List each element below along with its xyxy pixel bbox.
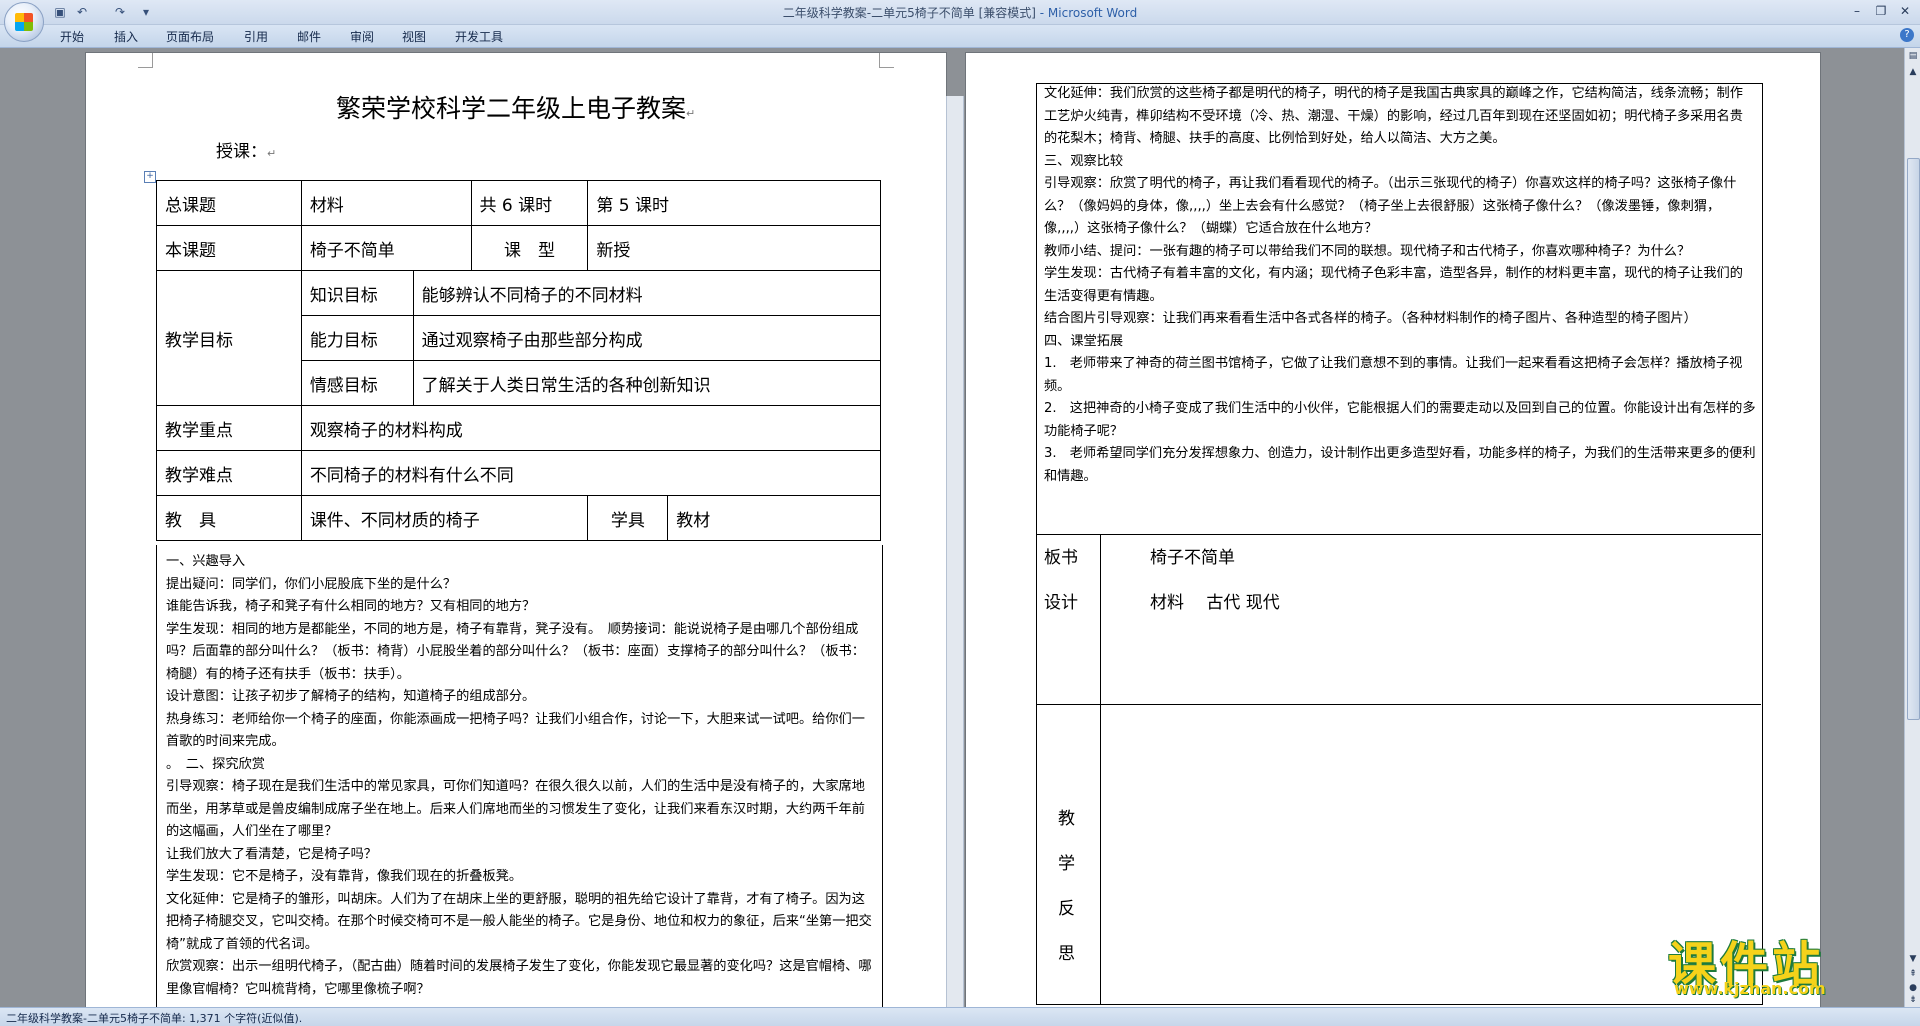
document-area[interactable]: 繁荣学校科学二年级上电子教案↵ 授课：↵ + 总课题 材料 共 6 课时 第 5… bbox=[0, 48, 1904, 1007]
cell-goal-ability: 通过观察椅子由那些部分构成 bbox=[412, 315, 882, 361]
ruler-toggle-icon[interactable]: ▤ bbox=[1907, 50, 1919, 62]
tab-home[interactable]: 开始 bbox=[60, 28, 84, 45]
watermark-logo: 课件站 www.kjzhan.com bbox=[1668, 925, 1908, 1000]
paragraph: 学生发现：相同的地方是都能坐，不同的地方是，椅子有靠背，凳子没有。 顺势接词：能… bbox=[166, 621, 865, 682]
browse-object-icon[interactable]: ● bbox=[1907, 982, 1919, 994]
cell-current-hour: 第 5 课时 bbox=[587, 180, 881, 226]
paragraph: 文化延伸：它是椅子的雏形，叫胡床。人们为了在胡床上坐的更舒服，聪明的祖先给它设计… bbox=[166, 891, 872, 952]
paragraph: 四、课堂拓展 bbox=[1044, 333, 1124, 349]
paragraph: 设计意图：让孩子初步了解椅子的结构，知道椅子的组成部分。 bbox=[166, 689, 536, 704]
cell-divider bbox=[1100, 535, 1101, 705]
ribbon-tabs: 开始 插入 页面布局 引用 邮件 审阅 视图 开发工具 ? bbox=[0, 25, 1920, 48]
title-bar: ▣ ↶ ↷ ▾ 二年级科学教案-二单元5椅子不简单 [兼容模式] - Micro… bbox=[0, 0, 1920, 25]
cell-tools: 课件、不同材质的椅子 bbox=[300, 495, 589, 541]
board-keywords: 材料 古代 现代 bbox=[1150, 593, 1280, 613]
paragraph: 学生发现：古代椅子有着丰富的文化，有内涵；现代椅子色彩丰富，造型各异，制作的材料… bbox=[1044, 266, 1743, 304]
page-gap-scroll bbox=[946, 96, 964, 1007]
cell-difficulty-label: 教学难点 bbox=[156, 450, 302, 496]
reflection-label-3: 反 bbox=[1058, 899, 1075, 919]
cell-divider bbox=[1100, 705, 1101, 1004]
page-right: 文化延伸：我们欣赏的这些椅子都是明代的椅子，明代的椅子是我国古典家具的巅峰之作，… bbox=[966, 53, 1820, 1007]
help-icon[interactable]: ? bbox=[1900, 28, 1914, 42]
cell-tools-label: 教 具 bbox=[156, 495, 302, 541]
paragraph: 引导观察：欣赏了明代的椅子，再让我们看看现代的椅子。（出示三张现代的椅子）你喜欢… bbox=[1044, 176, 1737, 236]
board-label-1: 板书 bbox=[1044, 548, 1078, 568]
document-title: 繁荣学校科学二年级上电子教案↵ bbox=[336, 94, 696, 123]
cell-total-hours: 共 6 课时 bbox=[470, 180, 589, 226]
teaching-process-text: 一、兴趣导入 提出疑问：同学们，你们小屁股底下坐的是什么？ 谁能告诉我，椅子和凳… bbox=[166, 551, 878, 1001]
paragraph: 热身练习：老师给你一个椅子的座面，你能添画成一把椅子吗？让我们小组合作，讨论一下… bbox=[166, 711, 865, 750]
next-page-icon[interactable]: ⇟ bbox=[1907, 994, 1919, 1006]
cell-focus: 观察椅子的材料构成 bbox=[300, 405, 882, 451]
tab-review[interactable]: 审阅 bbox=[350, 28, 374, 45]
cell-topic-label: 本课题 bbox=[156, 225, 302, 271]
cell-focus-label: 教学重点 bbox=[156, 405, 302, 451]
previous-page-icon[interactable]: ⇞ bbox=[1907, 968, 1919, 980]
vertical-scrollbar[interactable]: ▤ ▲ ▼ ⇞ ● ⇟ bbox=[1904, 48, 1920, 1007]
crop-mark bbox=[879, 53, 894, 68]
paragraph: 1. 老师带来了神奇的荷兰图书馆椅子，它做了让我们意想不到的事情。让我们一起来看… bbox=[1044, 356, 1743, 394]
paragraph: 提出疑问：同学们，你们小屁股底下坐的是什么？ bbox=[166, 576, 457, 592]
cell-student-tools: 教材 bbox=[667, 495, 881, 541]
paragraph: 结合图片引导观察：让我们再来看看生活中各式各样的椅子。（各种材料制作的椅子图片、… bbox=[1044, 311, 1697, 326]
scroll-up-icon[interactable]: ▲ bbox=[1907, 66, 1919, 78]
paragraph: 引导观察：椅子现在是我们生活中的常见家具，可你们知道吗？在很久很久以前，人们的生… bbox=[166, 779, 865, 839]
reflection-content[interactable] bbox=[1150, 715, 1730, 965]
office-logo-icon bbox=[15, 13, 33, 31]
tab-page-layout[interactable]: 页面布局 bbox=[166, 28, 214, 45]
restore-icon[interactable]: ❐ bbox=[1870, 3, 1892, 20]
paragraph: 一、兴趣导入 bbox=[166, 554, 246, 569]
page-left: 繁荣学校科学二年级上电子教案↵ 授课：↵ + 总课题 材料 共 6 课时 第 5… bbox=[86, 53, 946, 1007]
cell-goal-emotion-label: 情感目标 bbox=[300, 360, 414, 406]
board-design-row: 板书 设计 椅子不简单 材料 古代 现代 bbox=[1036, 534, 1761, 705]
paragraph: 三、观察比较 bbox=[1044, 153, 1124, 169]
cell-difficulty: 不同椅子的材料有什么不同 bbox=[300, 450, 882, 496]
cell-student-tools-label: 学具 bbox=[587, 495, 669, 541]
cell-type: 新授 bbox=[587, 225, 881, 271]
paragraph: 欣赏观察：出示一组明代椅子，（配古曲）随着时间的发展椅子发生了变化，你能发现它最… bbox=[166, 959, 872, 997]
paragraph: 。 二、探究欣赏 bbox=[166, 756, 265, 772]
paragraph: 2. 这把神奇的小椅子变成了我们生活中的小伙伴，它能根据人们的需要走动以及回到自… bbox=[1044, 401, 1756, 439]
cell-total-topic-label: 总课题 bbox=[156, 180, 302, 226]
cell-goals-label: 教学目标 bbox=[156, 270, 302, 406]
paragraph: 文化延伸：我们欣赏的这些椅子都是明代的椅子，明代的椅子是我国古典家具的巅峰之作，… bbox=[1044, 86, 1743, 146]
cell-type-label: 课 型 bbox=[470, 225, 589, 271]
tab-developer[interactable]: 开发工具 bbox=[455, 28, 503, 45]
paragraph: 教师小结、提问：一张有趣的椅子可以带给我们不同的联想。现代椅子和古代椅子，你喜欢… bbox=[1044, 243, 1691, 259]
tab-view[interactable]: 视图 bbox=[402, 28, 426, 45]
tab-insert[interactable]: 插入 bbox=[114, 28, 138, 45]
office-button[interactable] bbox=[4, 2, 44, 42]
cell-topic: 椅子不简单 bbox=[300, 225, 472, 271]
scroll-down-icon[interactable]: ▼ bbox=[1907, 953, 1919, 965]
cell-goal-emotion: 了解关于人类日常生活的各种创新知识 bbox=[412, 360, 882, 406]
close-icon[interactable]: ✕ bbox=[1894, 3, 1916, 20]
tab-mailings[interactable]: 邮件 bbox=[297, 28, 321, 45]
window-title: 二年级科学教案-二单元5椅子不简单 [兼容模式] - Microsoft Wor… bbox=[782, 6, 1138, 20]
cell-total-topic: 材料 bbox=[300, 180, 472, 226]
cell-goal-knowledge-label: 知识目标 bbox=[300, 270, 414, 316]
paragraph: 谁能告诉我，椅子和凳子有什么相同的地方？又有相同的地方？ bbox=[166, 599, 536, 614]
teacher-label: 授课：↵ bbox=[216, 142, 277, 162]
status-text: 二年级科学教案-二单元5椅子不简单: 1,371 个字符(近似值). bbox=[6, 1012, 303, 1025]
watermark-url: www.kjzhan.com bbox=[1674, 979, 1826, 998]
reflection-row: 教 学 反 思 bbox=[1036, 704, 1761, 1004]
paragraph: 3. 老师希望同学们充分发挥想象力、创造力，设计制作出更多造型好看，功能多样的椅… bbox=[1044, 446, 1756, 484]
reflection-label-2: 学 bbox=[1058, 854, 1075, 874]
cell-goal-knowledge: 能够辨认不同椅子的不同材料 bbox=[412, 270, 882, 316]
scroll-thumb[interactable] bbox=[1907, 158, 1920, 720]
table-move-handle-icon[interactable]: + bbox=[144, 171, 156, 183]
reflection-label-1: 教 bbox=[1058, 809, 1075, 829]
lesson-table: 总课题 材料 共 6 课时 第 5 课时 本课题 椅子不简单 课 型 新授 教学… bbox=[156, 180, 882, 541]
board-label-2: 设计 bbox=[1044, 593, 1078, 613]
minimize-icon[interactable]: – bbox=[1846, 3, 1868, 20]
crop-mark bbox=[138, 53, 153, 68]
teaching-process-text-continued: 文化延伸：我们欣赏的这些椅子都是明代的椅子，明代的椅子是我国古典家具的巅峰之作，… bbox=[1044, 83, 1756, 488]
status-bar: 二年级科学教案-二单元5椅子不简单: 1,371 个字符(近似值). bbox=[0, 1007, 1920, 1026]
reflection-label-4: 思 bbox=[1058, 944, 1075, 964]
tab-references[interactable]: 引用 bbox=[244, 28, 268, 45]
paragraph: 学生发现：它不是椅子，没有靠背，像我们现在的折叠板凳。 bbox=[166, 869, 523, 884]
paragraph: 让我们放大了看清楚，它是椅子吗？ bbox=[166, 846, 377, 862]
cell-goal-ability-label: 能力目标 bbox=[300, 315, 414, 361]
board-title: 椅子不简单 bbox=[1150, 548, 1235, 568]
